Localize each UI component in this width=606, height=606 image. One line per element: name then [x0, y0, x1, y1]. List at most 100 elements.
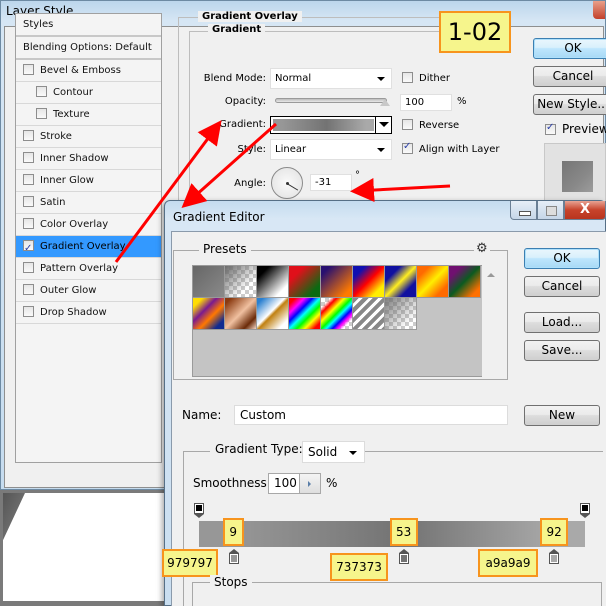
styles-list-item[interactable]: Bevel & Emboss [16, 60, 161, 82]
window-title: Gradient Editor [173, 210, 265, 224]
angle-input[interactable]: -31 [310, 174, 352, 191]
styles-list-item[interactable]: Satin [16, 192, 161, 214]
preview-checkbox[interactable]: Preview [545, 122, 606, 136]
styles-list-item[interactable]: Inner Shadow [16, 148, 161, 170]
checkbox-icon[interactable] [23, 218, 34, 229]
chevron-down-icon [349, 451, 357, 455]
close-button[interactable] [593, 1, 605, 19]
name-input[interactable]: Custom [234, 405, 508, 425]
preset-transparent-stripes[interactable] [353, 298, 385, 330]
opacity-input[interactable]: 100 [400, 94, 452, 111]
styles-list-label: Inner Glow [40, 175, 94, 186]
preset-violet-orange[interactable] [321, 266, 353, 298]
color-stop[interactable] [398, 549, 409, 564]
load-button[interactable]: Load... [524, 312, 600, 333]
preset-spectrum[interactable] [289, 298, 321, 330]
styles-list-item[interactable]: Color Overlay [16, 214, 161, 236]
checkbox-icon [545, 122, 556, 135]
preset-black-white[interactable] [257, 266, 289, 298]
styles-list-item[interactable]: Gradient Overlay [16, 236, 161, 260]
color-stop-box [549, 553, 560, 564]
color-stop[interactable] [228, 549, 239, 564]
preset-foreground-to-background[interactable] [193, 266, 225, 298]
opacity-stop[interactable] [580, 503, 590, 518]
styles-list-item[interactable]: Outer Glow [16, 280, 161, 302]
checkbox-icon [402, 72, 413, 83]
ok-button[interactable]: OK [524, 248, 600, 269]
checkbox-icon[interactable] [23, 174, 34, 185]
styles-list-label: Satin [40, 197, 66, 208]
close-button[interactable]: X [564, 201, 606, 220]
align-with-layer-checkbox[interactable]: Align with Layer [402, 141, 500, 155]
preset-copper[interactable] [225, 298, 257, 330]
location-callout: 53 [389, 518, 418, 546]
opacity-slider[interactable] [275, 98, 387, 103]
preset-neutral-density[interactable] [385, 298, 417, 330]
checkbox-icon[interactable] [23, 64, 34, 75]
save-button[interactable]: Save... [524, 340, 600, 361]
color-stop-box [398, 553, 409, 564]
checkbox-icon[interactable] [23, 284, 34, 295]
blend-mode-value: Normal [275, 73, 312, 84]
styles-list: Styles Blending Options: Default Bevel & E… [15, 13, 162, 463]
styles-list-item[interactable]: Texture [16, 104, 161, 126]
opacity-stop[interactable] [194, 503, 204, 518]
preset-yellow-violet-orange-blue[interactable] [193, 298, 225, 330]
styles-list-header[interactable]: Styles [16, 14, 161, 37]
checkbox-icon[interactable] [23, 130, 34, 141]
cancel-button[interactable]: Cancel [533, 66, 606, 87]
checkbox-icon[interactable] [23, 238, 34, 260]
preset-red-green[interactable] [289, 266, 321, 298]
styles-list-item[interactable]: Contour [16, 82, 161, 104]
gradient-type-dropdown[interactable]: Solid [302, 441, 365, 463]
section-title: Gradient Overlay [198, 11, 302, 22]
preset-orange-yellow-orange[interactable] [417, 266, 449, 298]
gear-icon[interactable]: ⚙ [474, 241, 490, 256]
styles-list-item[interactable]: Pattern Overlay [16, 258, 161, 280]
styles-list-item[interactable]: Drop Shadow [16, 302, 161, 324]
minimize-button[interactable] [510, 201, 537, 220]
preset-transparent-rainbow[interactable] [321, 298, 353, 330]
color-stop[interactable] [549, 549, 560, 564]
gradient-preview[interactable] [273, 119, 374, 131]
preset-chrome[interactable] [257, 298, 289, 330]
gradient-type-value: Solid [308, 445, 338, 459]
smoothness-stepper[interactable] [300, 473, 321, 494]
preset-foreground-to-transparent[interactable] [225, 266, 257, 298]
opacity-unit: % [457, 96, 467, 107]
new-button[interactable]: New [524, 405, 600, 426]
blend-mode-dropdown[interactable]: Normal [270, 68, 392, 89]
styles-list-item[interactable]: Inner Glow [16, 170, 161, 192]
checkbox-icon[interactable] [23, 306, 34, 317]
checkbox-icon[interactable] [23, 262, 34, 273]
preset-violet-green-orange[interactable] [449, 266, 481, 298]
preset-blue-red-yellow[interactable] [353, 266, 385, 298]
maximize-button[interactable] [537, 201, 564, 220]
scroll-up-icon[interactable] [487, 273, 495, 277]
ok-button[interactable]: OK [533, 38, 606, 59]
step-callout: 1-02 [439, 11, 511, 53]
preview-label: Preview [562, 122, 606, 136]
reverse-checkbox[interactable]: Reverse [402, 119, 459, 131]
presets-grid [192, 265, 490, 377]
checkbox-icon[interactable] [36, 108, 47, 119]
presets-scrollbar[interactable] [482, 265, 500, 377]
checkbox-icon[interactable] [36, 86, 47, 97]
checkbox-icon[interactable] [23, 152, 34, 163]
degree-unit: ° [355, 170, 360, 181]
checkbox-icon[interactable] [23, 196, 34, 207]
gradient-dropdown-button[interactable] [375, 117, 391, 133]
angle-dial[interactable] [271, 167, 303, 199]
new-style-button[interactable]: New Style... [533, 94, 606, 115]
styles-list-item[interactable]: Stroke [16, 126, 161, 148]
gradient-picker[interactable] [270, 116, 392, 134]
smoothness-input[interactable]: 100 [268, 473, 300, 494]
preset-blue-yellow-blue[interactable] [385, 266, 417, 298]
dither-checkbox[interactable]: Dither [402, 72, 450, 84]
gradient-type-label: Gradient Type: [210, 442, 308, 456]
styles-list-blend[interactable]: Blending Options: Default [16, 37, 161, 60]
cancel-button[interactable]: Cancel [524, 276, 600, 297]
checkbox-icon [402, 141, 413, 154]
style-dropdown[interactable]: Linear [270, 139, 392, 160]
opacity-slider-thumb[interactable] [380, 99, 390, 106]
